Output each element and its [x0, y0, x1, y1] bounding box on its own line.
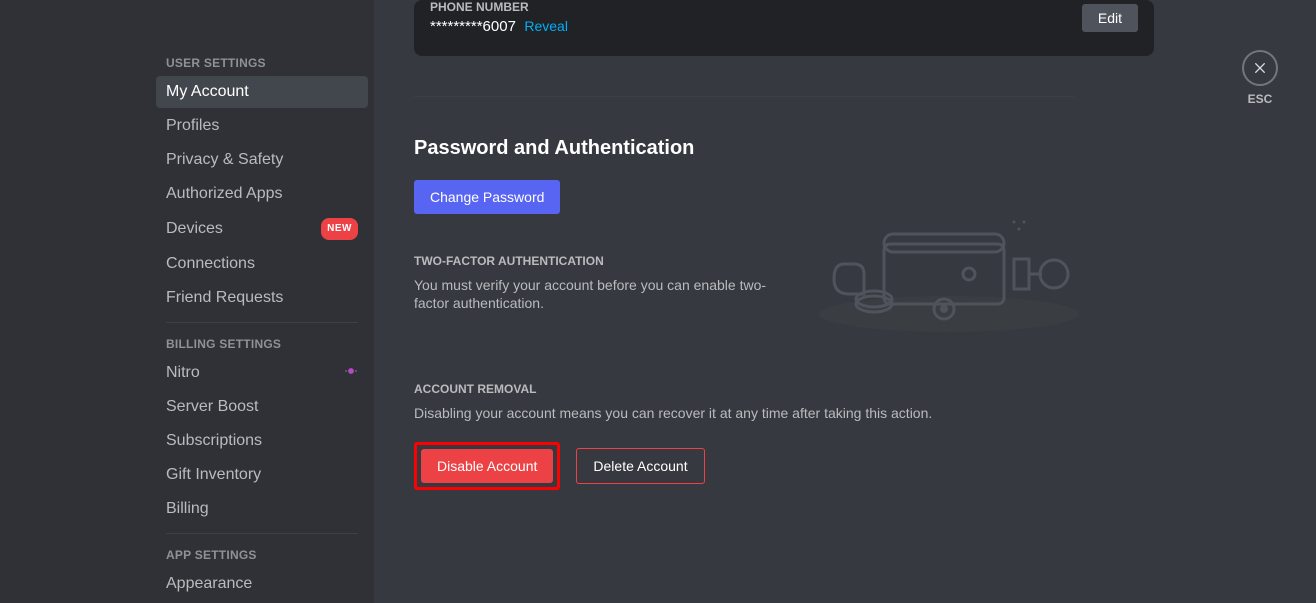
account-removal-section: ACCOUNT REMOVAL Disabling your account m… [414, 382, 1154, 490]
sidebar-item-my-account[interactable]: My Account [156, 76, 368, 108]
user-settings-header: USER SETTINGS [156, 50, 368, 76]
sidebar-item-profiles[interactable]: Profiles [156, 110, 368, 142]
divider [166, 322, 358, 323]
sidebar-item-authorized-apps[interactable]: Authorized Apps [156, 178, 368, 210]
esc-label: ESC [1242, 92, 1278, 106]
disable-highlight: Disable Account [414, 442, 560, 490]
account-removal-header: ACCOUNT REMOVAL [414, 382, 1154, 396]
sidebar-region: USER SETTINGS My Account Profiles Privac… [0, 0, 374, 603]
sidebar-item-server-boost[interactable]: Server Boost [156, 391, 368, 423]
app-settings-header: APP SETTINGS [156, 542, 368, 568]
sidebar-item-label: Profiles [166, 116, 219, 136]
sidebar-item-gift-inventory[interactable]: Gift Inventory [156, 459, 368, 491]
twofa-illustration [814, 214, 1154, 334]
disable-account-button[interactable]: Disable Account [421, 449, 553, 483]
sidebar-item-label: Server Boost [166, 397, 258, 417]
sidebar-item-billing[interactable]: Billing [156, 493, 368, 525]
twofa-description: You must verify your account before you … [414, 276, 794, 312]
sidebar-item-connections[interactable]: Connections [156, 248, 368, 280]
phone-label: PHONE NUMBER [430, 0, 568, 14]
sidebar-item-subscriptions[interactable]: Subscriptions [156, 425, 368, 457]
sidebar-item-label: Gift Inventory [166, 465, 261, 485]
content-inner: PHONE NUMBER *********6007 Reveal Edit P… [414, 0, 1154, 490]
reveal-link[interactable]: Reveal [524, 18, 568, 34]
sidebar-item-label: Subscriptions [166, 431, 262, 451]
sidebar-item-appearance[interactable]: Appearance [156, 568, 368, 600]
password-auth-title: Password and Authentication [414, 137, 1154, 160]
delete-account-button[interactable]: Delete Account [576, 448, 704, 484]
sidebar-item-label: Nitro [166, 363, 200, 383]
sidebar: USER SETTINGS My Account Profiles Privac… [156, 50, 374, 603]
sidebar-item-label: Privacy & Safety [166, 150, 283, 170]
sidebar-item-privacy[interactable]: Privacy & Safety [156, 144, 368, 176]
divider [166, 533, 358, 534]
close-icon [1252, 60, 1268, 76]
sidebar-item-devices[interactable]: Devices NEW [156, 212, 368, 246]
phone-value: *********6007 [430, 18, 516, 35]
sidebar-item-label: Billing [166, 499, 209, 519]
sidebar-item-label: Appearance [166, 574, 252, 594]
phone-card: PHONE NUMBER *********6007 Reveal Edit [414, 0, 1154, 56]
sidebar-item-label: My Account [166, 82, 249, 102]
nitro-icon [344, 363, 358, 383]
sidebar-item-label: Authorized Apps [166, 184, 283, 204]
edit-phone-button[interactable]: Edit [1082, 4, 1138, 32]
content-region: PHONE NUMBER *********6007 Reveal Edit P… [374, 0, 1316, 603]
sidebar-item-label: Friend Requests [166, 288, 283, 308]
section-divider [414, 96, 1074, 97]
change-password-button[interactable]: Change Password [414, 180, 560, 214]
close-region: ESC [1242, 50, 1278, 106]
sidebar-item-friend-requests[interactable]: Friend Requests [156, 282, 368, 314]
account-removal-description: Disabling your account means you can rec… [414, 404, 1154, 422]
close-button[interactable] [1242, 50, 1278, 86]
sidebar-item-label: Devices [166, 219, 223, 239]
new-badge: NEW [321, 218, 358, 240]
twofa-header: TWO-FACTOR AUTHENTICATION [414, 254, 794, 268]
password-section: Password and Authentication Change Passw… [414, 137, 1154, 334]
sidebar-item-nitro[interactable]: Nitro [156, 357, 368, 389]
billing-settings-header: BILLING SETTINGS [156, 331, 368, 357]
sidebar-item-label: Connections [166, 254, 255, 274]
